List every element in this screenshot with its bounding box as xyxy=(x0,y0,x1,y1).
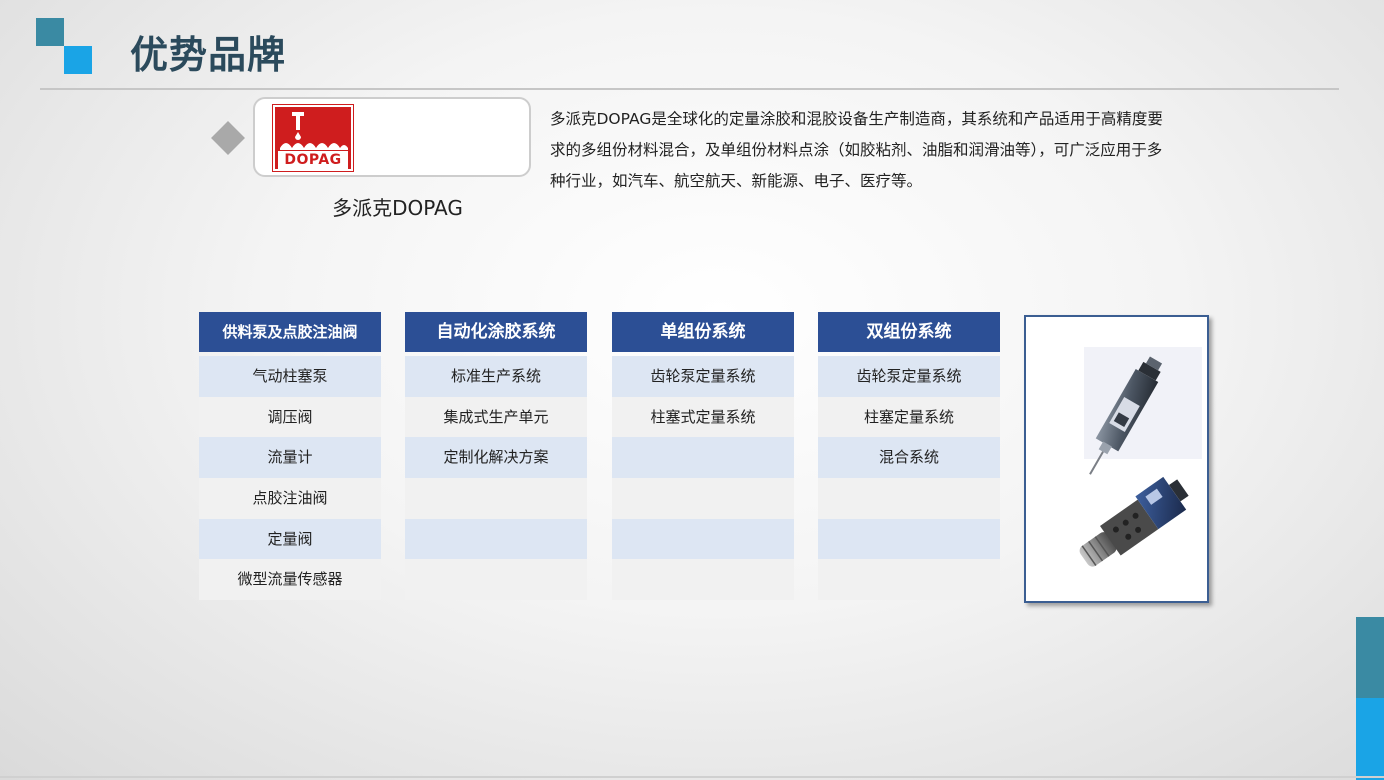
page-title: 优势品牌 xyxy=(130,33,287,77)
list-item xyxy=(405,518,587,560)
list-item xyxy=(612,559,794,601)
title-divider xyxy=(40,88,1339,90)
list-item: 气动柱塞泵 xyxy=(199,356,381,397)
corner-decor-square-teal xyxy=(36,18,64,46)
list-item: 集成式生产单元 xyxy=(405,396,587,438)
list-item xyxy=(612,437,794,479)
list-item: 混合系统 xyxy=(818,437,1000,479)
list-item xyxy=(818,518,1000,560)
list-item: 点胶注油阀 xyxy=(199,478,381,519)
list-item xyxy=(405,559,587,601)
corner-decor-square-blue xyxy=(64,46,92,74)
list-item: 柱塞定量系统 xyxy=(818,396,1000,438)
product-column-pumps-valves: 供料泵及点胶注油阀 气动柱塞泵 调压阀 流量计 点胶注油阀 定量阀 微型流量传感… xyxy=(199,312,381,601)
list-item: 定量阀 xyxy=(199,518,381,560)
column-header: 自动化涂胶系统 xyxy=(405,312,587,352)
list-item xyxy=(612,478,794,519)
product-column-automation: 自动化涂胶系统 标准生产系统 集成式生产单元 定制化解决方案 xyxy=(405,312,587,601)
list-item: 标准生产系统 xyxy=(405,356,587,397)
list-item: 定制化解决方案 xyxy=(405,437,587,479)
list-item: 齿轮泵定量系统 xyxy=(818,356,1000,397)
dopag-logo: DOPAG xyxy=(272,104,354,172)
list-item: 流量计 xyxy=(199,437,381,479)
list-item: 调压阀 xyxy=(199,396,381,438)
product-column-two-component: 双组份系统 齿轮泵定量系统 柱塞定量系统 混合系统 xyxy=(818,312,1000,601)
list-item xyxy=(612,518,794,560)
list-item xyxy=(405,478,587,519)
brand-caption: 多派克DOPAG xyxy=(332,196,463,220)
metering-valve-icon xyxy=(1079,476,1189,567)
list-item: 齿轮泵定量系统 xyxy=(612,356,794,397)
diamond-bullet-icon xyxy=(211,121,245,155)
side-decor-bar-teal xyxy=(1356,617,1384,698)
column-header: 双组份系统 xyxy=(818,312,1000,352)
bottom-divider xyxy=(0,776,1384,778)
product-photo-frame xyxy=(1024,315,1209,603)
side-decor-bar-blue xyxy=(1356,698,1384,780)
dispensing-valve-icon xyxy=(1084,347,1202,475)
column-header: 供料泵及点胶注油阀 xyxy=(199,312,381,352)
brand-description: 多派克DOPAG是全球化的定量涂胶和混胶设备生产制造商，其系统和产品适用于高精度… xyxy=(550,110,1163,190)
product-column-single-component: 单组份系统 齿轮泵定量系统 柱塞式定量系统 xyxy=(612,312,794,601)
product-photos xyxy=(1079,347,1202,567)
list-item: 微型流量传感器 xyxy=(199,559,381,601)
column-header: 单组份系统 xyxy=(612,312,794,352)
list-item xyxy=(818,559,1000,601)
list-item xyxy=(818,478,1000,519)
list-item: 柱塞式定量系统 xyxy=(612,396,794,438)
brand-logo-card: DOPAG xyxy=(253,97,531,177)
logo-wordmark: DOPAG xyxy=(278,151,348,169)
